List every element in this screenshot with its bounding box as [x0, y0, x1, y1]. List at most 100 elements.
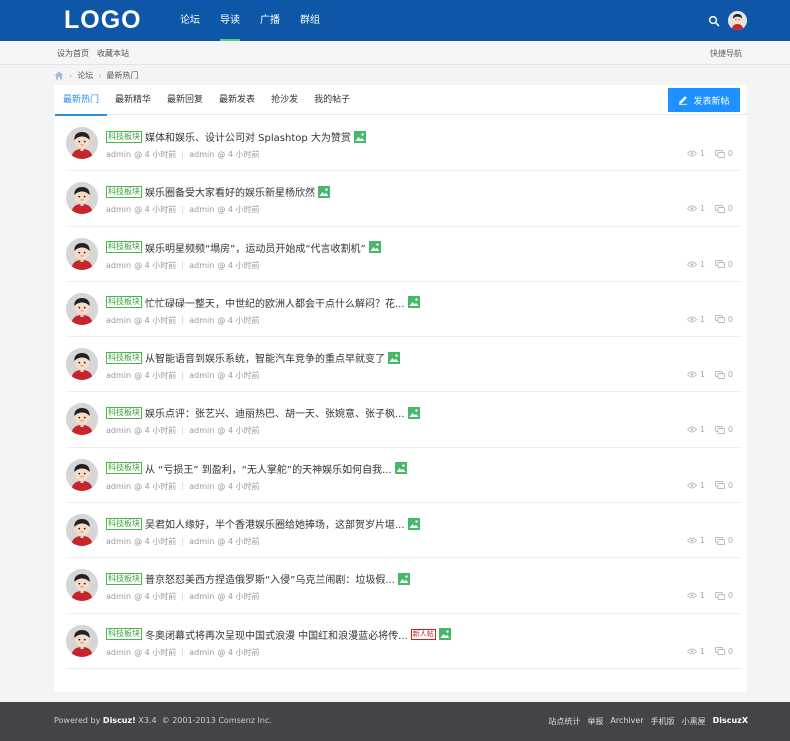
- author-avatar[interactable]: [66, 292, 98, 325]
- author-link[interactable]: admin: [106, 150, 131, 159]
- last-reply-author-link[interactable]: admin: [189, 316, 214, 325]
- author-link[interactable]: admin: [106, 371, 131, 380]
- author-avatar[interactable]: [66, 182, 98, 215]
- author-avatar[interactable]: [66, 403, 98, 436]
- thread-title[interactable]: 从智能语音到娱乐系统，智能汽车竞争的重点早就变了: [145, 350, 385, 365]
- last-reply-author-link[interactable]: admin: [189, 648, 214, 657]
- thread-title[interactable]: 娱乐圈备受大家看好的娱乐新星杨欣然: [145, 184, 315, 199]
- tab-sofa[interactable]: 抢沙发: [263, 85, 306, 115]
- footer-brand-right[interactable]: DiscuzX: [713, 716, 748, 727]
- thread-title-row: 科技板块 媒体和娱乐、设计公司对 Splashtop 大为赞赏: [106, 129, 366, 144]
- home-icon[interactable]: [54, 71, 64, 80]
- forum-tag[interactable]: 科技板块: [106, 572, 142, 585]
- thread-row[interactable]: 科技板块从 “亏损王” 到盈利，“无人掌舵”的天神娱乐如何自我... admin @…: [66, 448, 741, 504]
- tab-latest-hot[interactable]: 最新热门: [55, 85, 108, 116]
- thread-title[interactable]: 吴君如人缘好，半个香港娱乐圈给她捧场，这部贺岁片堪...: [145, 516, 405, 531]
- forum-tag[interactable]: 科技板块: [106, 517, 142, 530]
- thread-title[interactable]: 普京怒怼美西方捏造俄罗斯“入侵”乌克兰闹剧：垃圾假...: [145, 571, 395, 586]
- thread-row[interactable]: 科技板块 普京怒怼美西方捏造俄罗斯“入侵”乌克兰闹剧：垃圾假... admin @ 4…: [66, 558, 741, 614]
- author-link[interactable]: admin: [106, 592, 131, 601]
- forum-tag[interactable]: 科技板块: [106, 241, 142, 254]
- eye-icon: [686, 205, 697, 212]
- author-link[interactable]: admin: [106, 648, 131, 657]
- thread-title[interactable]: 娱乐点评：张艺兴、迪丽热巴、胡一天、张婉意、张子枫...: [145, 405, 405, 420]
- author-link[interactable]: admin: [106, 426, 131, 435]
- bookmark-site-link[interactable]: 收藏本站: [97, 48, 129, 59]
- thread-row[interactable]: 科技板块 娱乐圈备受大家看好的娱乐新星杨欣然 admin @ 4 小时前 admin @ …: [66, 171, 741, 227]
- forum-tag[interactable]: 科技板块: [106, 462, 142, 475]
- views-count: 1: [699, 149, 705, 158]
- user-avatar[interactable]: [728, 11, 747, 30]
- set-homepage-link[interactable]: 设为首页: [57, 48, 89, 59]
- author-avatar[interactable]: [66, 348, 98, 381]
- thread-row[interactable]: 科技板块 媒体和娱乐、设计公司对 Splashtop 大为赞赏 admin @ 4 小…: [66, 116, 741, 172]
- forum-tag[interactable]: 科技板块: [106, 130, 142, 143]
- author-avatar[interactable]: [66, 127, 98, 159]
- footer-link-mobile[interactable]: 手机版: [651, 716, 675, 727]
- replies-count: 0: [727, 259, 733, 269]
- author-link[interactable]: admin: [106, 261, 131, 270]
- comment-icon: [714, 481, 725, 490]
- last-reply-author-link[interactable]: admin: [189, 150, 214, 159]
- thread-row[interactable]: 科技板块 娱乐明星频频“塌房”，运动员开始成“代言收割机” admin @ 4 小时前…: [66, 227, 741, 282]
- thread-row[interactable]: 科技板块 吴君如人缘好，半个香港娱乐圈给她捧场，这部贺岁片堪... admin @ 4…: [66, 503, 741, 559]
- footer-link-report[interactable]: 举报: [587, 716, 603, 727]
- last-reply-author-link[interactable]: admin: [189, 537, 214, 546]
- breadcrumb-forum[interactable]: 论坛: [77, 70, 93, 81]
- author-link[interactable]: admin: [106, 205, 131, 214]
- forum-tag[interactable]: 科技板块: [106, 406, 142, 419]
- new-thread-button[interactable]: 发表新帖: [668, 88, 740, 112]
- tab-my-threads[interactable]: 我的帖子: [306, 85, 358, 115]
- thread-stats: 10: [686, 370, 733, 379]
- author-avatar[interactable]: [66, 237, 98, 270]
- last-reply-author-link[interactable]: admin: [189, 205, 214, 214]
- last-reply-author-link[interactable]: admin: [189, 426, 214, 435]
- tab-latest-reply[interactable]: 最新回复: [159, 85, 211, 115]
- meta-divider: [182, 426, 184, 435]
- forum-tag[interactable]: 科技板块: [106, 296, 142, 309]
- nav-item-broadcast[interactable]: 广播: [250, 0, 290, 41]
- thread-title[interactable]: 忙忙碌碌一整天，中世纪的欧洲人都会干点什么解闷？花...: [145, 295, 405, 310]
- replies-count: 0: [727, 536, 733, 546]
- thread-row[interactable]: 科技板块 娱乐点评：张艺兴、迪丽热巴、胡一天、张婉意、张子枫... admin @ 4…: [66, 392, 741, 448]
- author-avatar[interactable]: [66, 569, 98, 602]
- thread-row[interactable]: 科技板块 从智能语音到娱乐系统，智能汽车竞争的重点早就变了 admin @ 4 小时前…: [66, 337, 741, 393]
- footer-link-blackroom[interactable]: 小黑屋: [682, 716, 706, 727]
- forum-tag[interactable]: 科技板块: [106, 351, 142, 364]
- author-avatar[interactable]: [66, 624, 98, 657]
- nav-item-guide[interactable]: 导读: [210, 0, 250, 41]
- replies-count: 0: [727, 204, 733, 214]
- footer-link-archiver[interactable]: Archiver: [610, 716, 643, 727]
- quick-nav-link[interactable]: 快捷导航: [710, 48, 742, 59]
- thread-row[interactable]: 科技板块 忙忙碌碌一整天，中世纪的欧洲人都会干点什么解闷？花... admin @ 4…: [66, 282, 741, 338]
- last-reply-author-link[interactable]: admin: [189, 482, 214, 491]
- last-reply-author-link[interactable]: admin: [189, 261, 214, 270]
- forum-tag[interactable]: 科技板块: [106, 628, 142, 641]
- footer-brand-link[interactable]: Discuz!: [103, 716, 136, 725]
- last-reply-author-link[interactable]: admin: [189, 592, 214, 601]
- author-avatar[interactable]: [66, 514, 98, 547]
- site-logo[interactable]: LOGO: [64, 6, 142, 35]
- tab-latest-post[interactable]: 最新发表: [211, 85, 263, 115]
- nav-item-groups[interactable]: 群组: [290, 0, 330, 41]
- author-link[interactable]: admin: [106, 537, 131, 546]
- footer-link-stats[interactable]: 站点统计: [548, 716, 580, 727]
- search-icon[interactable]: [708, 15, 720, 27]
- nav-item-forum[interactable]: 论坛: [170, 0, 210, 41]
- thread-title[interactable]: 从 “亏损王” 到盈利，“无人掌舵”的天神娱乐如何自我...: [145, 461, 392, 476]
- thread-title[interactable]: 娱乐明星频频“塌房”，运动员开始成“代言收割机”: [145, 240, 366, 255]
- thread-title[interactable]: 媒体和娱乐、设计公司对 Splashtop 大为赞赏: [145, 129, 351, 144]
- author-link[interactable]: admin: [106, 316, 131, 325]
- author-link[interactable]: admin: [106, 482, 131, 491]
- meta-divider: [182, 371, 184, 380]
- views-stat: 1: [686, 260, 705, 269]
- forum-tag[interactable]: 科技板块: [106, 185, 142, 198]
- thread-row[interactable]: 科技板块 冬奥闭幕式将再次呈现中国式浪漫 中国红和浪漫蓝必将传... 新人帖 admi…: [66, 614, 741, 669]
- author-avatar[interactable]: [66, 458, 98, 491]
- image-attachment-icon: [368, 241, 381, 254]
- last-reply-author-link[interactable]: admin: [189, 371, 214, 380]
- thread-title[interactable]: 冬奥闭幕式将再次呈现中国式浪漫 中国红和浪漫蓝必将传...: [145, 627, 408, 642]
- eye-icon: [686, 592, 697, 599]
- tab-latest-digest[interactable]: 最新精华: [107, 85, 159, 115]
- views-stat: 1: [686, 647, 705, 656]
